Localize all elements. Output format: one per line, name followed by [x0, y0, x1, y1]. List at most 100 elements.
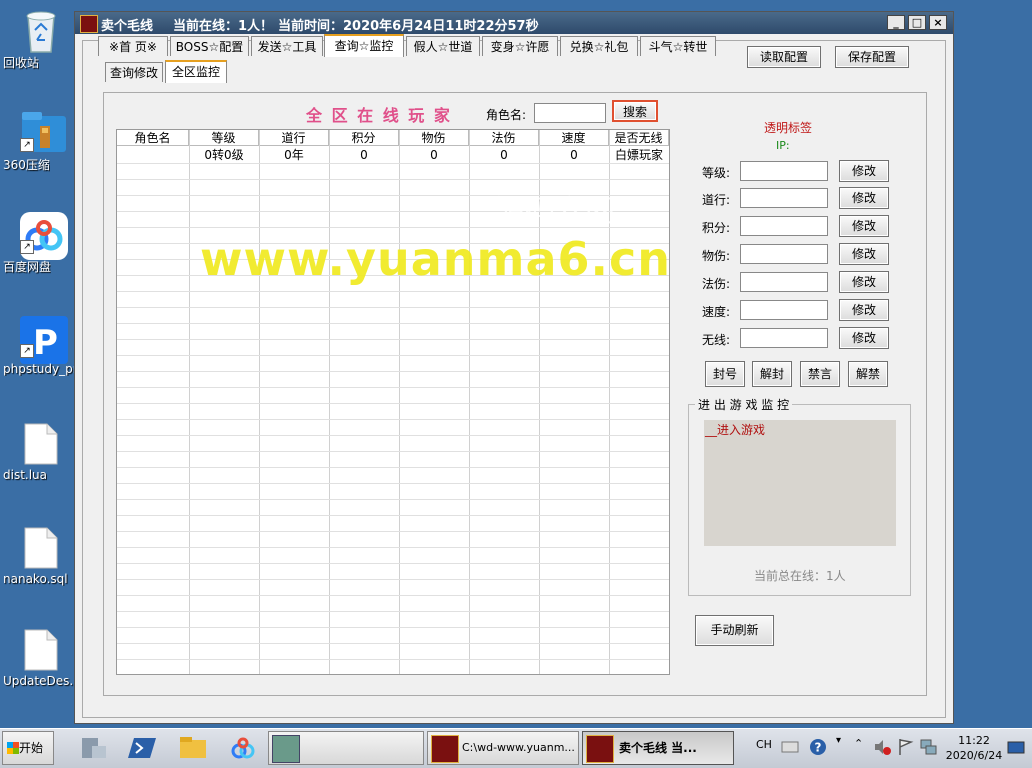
clock-time: 11:22	[958, 734, 990, 747]
col-header-dao[interactable]: 道行	[259, 130, 329, 146]
modify-button[interactable]: 修改	[839, 187, 889, 209]
grid-row-line	[117, 419, 669, 420]
modify-button[interactable]: 修改	[839, 243, 889, 265]
desktop-icon-recycle-bin[interactable]: 回收站	[3, 8, 79, 70]
tab-transform-wish[interactable]: 变身☆许愿	[482, 36, 558, 56]
grid-row-line	[117, 307, 669, 308]
unmute-button[interactable]: 解禁	[848, 361, 888, 387]
modify-button[interactable]: 修改	[839, 271, 889, 293]
grid-row-line	[117, 179, 669, 180]
online-status: 当前在线：1人！	[173, 19, 274, 34]
tab-home[interactable]: ※首 页※	[98, 36, 168, 56]
modify-button[interactable]: 修改	[839, 299, 889, 321]
volume-muted-icon[interactable]	[872, 737, 892, 757]
file-icon	[20, 628, 62, 671]
tab-bot-world[interactable]: 假人☆世道	[406, 36, 480, 56]
monitor-log[interactable]: __进入游戏	[704, 420, 896, 546]
tab-qi-rebirth[interactable]: 斗气☆转世	[640, 36, 716, 56]
col-header-magic[interactable]: 法伤	[469, 130, 539, 146]
manual-refresh-button[interactable]: 手动刷新	[695, 615, 774, 646]
current-time: 当前时间：2020年6月24日11时22分57秒	[278, 19, 539, 34]
panel-heading: 全 区 在 线 玩 家	[306, 106, 452, 125]
subtab-query-edit[interactable]: 查询修改	[105, 62, 163, 82]
field-label: 等级:	[702, 166, 731, 180]
explorer-icon[interactable]	[178, 734, 208, 762]
desktop-icon-baidu-pan[interactable]: ↗ 百度网盘	[3, 212, 79, 274]
server-manager-icon[interactable]	[78, 734, 108, 762]
show-desktop-icon[interactable]	[1006, 739, 1026, 757]
tab-exchange-gift[interactable]: 兑换☆礼包	[560, 36, 638, 56]
maximize-button[interactable]: □	[908, 15, 926, 30]
col-header-speed[interactable]: 速度	[539, 130, 609, 146]
table-cell[interactable]: 0	[539, 147, 609, 163]
unban-button[interactable]: 解封	[752, 361, 792, 387]
taskbar-task-cmd[interactable]: C:\wd-www.yuanm...	[427, 731, 579, 765]
svg-text:?: ?	[815, 741, 822, 755]
minimize-button[interactable]: _	[887, 15, 905, 30]
read-config-button[interactable]: 读取配置	[747, 46, 821, 68]
keyboard-icon[interactable]	[780, 737, 800, 757]
grid-row-line	[117, 483, 669, 484]
grid-row-line	[117, 659, 669, 660]
desktop-icon-nanako-sql[interactable]: nanako.sql	[3, 526, 79, 586]
flag-icon[interactable]	[896, 737, 916, 757]
table-cell[interactable]: 0年	[259, 147, 329, 163]
tab-boss-config[interactable]: BOSS☆配置	[170, 36, 249, 56]
grid-row-line	[117, 387, 669, 388]
table-cell[interactable]: 0转0级	[189, 147, 259, 163]
col-header-score[interactable]: 积分	[329, 130, 399, 146]
monitor-title: 进 出 游 戏 监 控	[695, 396, 793, 413]
field-input[interactable]	[740, 328, 828, 348]
col-header-name[interactable]: 角色名	[117, 130, 189, 146]
help-icon[interactable]: ?	[808, 737, 828, 757]
desktop-icon-dist-lua[interactable]: dist.lua	[3, 422, 79, 482]
mute-button[interactable]: 禁言	[800, 361, 840, 387]
field-label: 物伤:	[702, 249, 731, 263]
title-bar[interactable]: 卖个毛线 当前在线：1人！ 当前时间：2020年6月24日11时22分57秒 _…	[75, 12, 953, 34]
taskbar-task-app[interactable]: 卖个毛线 当...	[582, 731, 734, 765]
subtab-zone-monitor[interactable]: 全区监控	[165, 60, 227, 83]
chevron-up-icon[interactable]: ⌃	[854, 737, 863, 750]
modify-button[interactable]: 修改	[839, 327, 889, 349]
field-input[interactable]	[740, 272, 828, 292]
col-header-level[interactable]: 等级	[189, 130, 259, 146]
windows-logo-icon	[7, 742, 19, 754]
table-cell[interactable]: 0	[329, 147, 399, 163]
desktop-icon-360zip[interactable]: ↗ 360压缩	[3, 110, 79, 172]
modify-button[interactable]: 修改	[839, 215, 889, 237]
svg-text:P: P	[33, 323, 58, 363]
desktop-icon-phpstudy[interactable]: P ↗ phpstudy_pro	[3, 316, 85, 376]
game-app-icon	[431, 735, 459, 763]
shortcut-arrow-icon: ↗	[20, 138, 34, 152]
close-button[interactable]: ×	[929, 15, 947, 30]
col-header-phys[interactable]: 物伤	[399, 130, 469, 146]
start-button[interactable]: 开始	[2, 731, 54, 765]
network-icon[interactable]	[918, 737, 938, 757]
table-cell[interactable]	[117, 147, 189, 163]
tab-send-tools[interactable]: 发送☆工具	[251, 36, 323, 56]
table-cell[interactable]: 白嫖玩家	[609, 147, 669, 163]
app-tool-icon	[272, 735, 300, 763]
desktop-icon-updatedes[interactable]: UpdateDes...	[3, 628, 81, 688]
powershell-icon[interactable]	[128, 734, 158, 762]
ban-button[interactable]: 封号	[705, 361, 745, 387]
modify-button[interactable]: 修改	[839, 160, 889, 182]
field-input[interactable]	[740, 244, 828, 264]
field-input[interactable]	[740, 300, 828, 320]
watermark: www.yuanma6.cn	[200, 232, 672, 286]
language-indicator[interactable]: CH	[756, 738, 772, 751]
baidu-pan-taskbar-icon[interactable]	[228, 734, 258, 762]
search-input[interactable]	[534, 103, 606, 123]
field-input[interactable]	[740, 188, 828, 208]
save-config-button[interactable]: 保存配置	[835, 46, 909, 68]
table-cell[interactable]: 0	[469, 147, 539, 163]
tab-query-monitor[interactable]: 查询☆监控	[324, 34, 404, 57]
table-cell[interactable]: 0	[399, 147, 469, 163]
col-header-wireless[interactable]: 是否无线	[609, 130, 669, 146]
system-clock[interactable]: 11:22 2020/6/24	[942, 733, 1006, 763]
field-input[interactable]	[740, 216, 828, 236]
field-input[interactable]	[740, 161, 828, 181]
taskbar-app-tool[interactable]	[268, 731, 424, 765]
chevron-down-icon[interactable]: ▾	[836, 735, 841, 746]
search-button[interactable]: 搜索	[612, 100, 658, 122]
